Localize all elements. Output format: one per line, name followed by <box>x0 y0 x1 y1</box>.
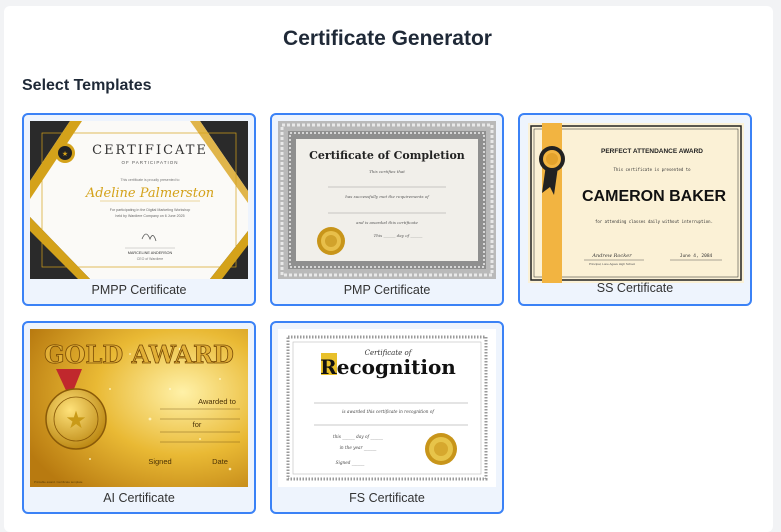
template-thumbnail-ai: GOLD AWARD ★ Awarded to for Signed Date … <box>30 329 248 487</box>
pmp-line-3: and is awarded this certificate <box>356 220 418 225</box>
pmp-line-4: This ______ day of ______ <box>374 233 423 238</box>
section-label: Select Templates <box>22 77 152 94</box>
pmpp-heading: CERTIFICATE <box>92 143 208 158</box>
template-caption-ss: SS Certificate <box>596 281 674 295</box>
fs-line-2: this ______ day of ______ <box>333 434 384 439</box>
ai-awarded-to: Awarded to <box>198 397 236 406</box>
svg-text:★: ★ <box>65 407 87 434</box>
ai-heading: GOLD AWARD <box>44 340 234 369</box>
ai-signed: Signed <box>148 457 171 466</box>
ss-body: for attending classes daily without inte… <box>595 219 713 224</box>
template-card-fs[interactable]: Certificate of Recognition is awarded th… <box>270 321 504 514</box>
template-card-pmp[interactable]: Certificate of Completion This certifies… <box>270 113 504 306</box>
template-caption-fs: FS Certificate <box>349 491 425 505</box>
pmp-line-2: has successfully met the requirements of <box>345 194 430 199</box>
template-thumbnail-pmp: Certificate of Completion This certifies… <box>278 121 496 279</box>
fs-line-4: Signed ______ <box>336 460 366 465</box>
template-thumbnail-ss: PERFECT ATTENDANCE AWARD This certificat… <box>528 123 744 283</box>
ss-recipient: CAMERON BAKER <box>582 188 726 205</box>
template-caption-ai: AI Certificate <box>103 491 175 505</box>
ai-date-label: Date <box>212 457 228 466</box>
ai-for: for <box>193 420 202 429</box>
template-thumbnail-pmpp: ★ CERTIFICATE OF PARTICIPATION This cert… <box>30 121 248 279</box>
ss-intro: This certificate is presented to <box>613 167 691 172</box>
pmp-preview: Certificate of Completion This certifies… <box>278 121 496 279</box>
ss-date: June 4, 2084 <box>680 253 713 259</box>
pmpp-preview: ★ CERTIFICATE OF PARTICIPATION This cert… <box>30 121 248 279</box>
ss-signer-title: Principal, Lone Agave High School <box>589 262 635 266</box>
ss-signer: Andrew Rocker <box>591 253 632 259</box>
fs-heading-big: Recognition <box>320 355 456 379</box>
pmpp-intro: This certificate is proudly presented to <box>121 178 180 182</box>
pmpp-body-2: held by Wardiere Company on 6 June 2025 <box>115 214 184 218</box>
ai-medal: ★ <box>45 388 107 450</box>
ai-footer: Printable award. Certificate template <box>34 480 83 484</box>
fs-preview: Certificate of Recognition is awarded th… <box>278 329 496 487</box>
pmpp-signer: MARCELINE ANDERSON <box>128 251 173 255</box>
template-caption-pmpp: PMPP Certificate <box>91 283 187 297</box>
template-caption-pmp: PMP Certificate <box>343 283 431 297</box>
fs-gold-seal <box>425 433 457 465</box>
template-card-pmpp[interactable]: ★ CERTIFICATE OF PARTICIPATION This cert… <box>22 113 256 306</box>
fs-line-3: in the year ______ <box>340 445 378 450</box>
pmp-gold-seal <box>317 227 345 255</box>
template-card-ai[interactable]: GOLD AWARD ★ Awarded to for Signed Date … <box>22 321 256 514</box>
template-thumbnail-fs: Certificate of Recognition is awarded th… <box>278 329 496 487</box>
ss-preview: PERFECT ATTENDANCE AWARD This certificat… <box>528 123 744 283</box>
pmpp-signer-title: CEO of Wardiere <box>137 257 164 261</box>
page-title: Certificate Generator <box>283 27 492 50</box>
ai-preview: GOLD AWARD ★ Awarded to for Signed Date … <box>30 329 248 487</box>
ss-heading: PERFECT ATTENDANCE AWARD <box>601 148 703 155</box>
pmpp-subheading: OF PARTICIPATION <box>122 160 179 165</box>
pmp-line-1: This certifies that <box>369 169 405 174</box>
pmpp-body-1: For participating in the Digital Marketi… <box>110 208 190 212</box>
pmpp-recipient: Adeline Palmerston <box>85 186 214 201</box>
fs-line-1: is awarded this certificate in recogniti… <box>342 409 435 414</box>
svg-text:★: ★ <box>62 150 68 158</box>
pmp-heading: Certificate of Completion <box>309 149 465 162</box>
template-card-ss[interactable]: PERFECT ATTENDANCE AWARD This certificat… <box>518 113 752 306</box>
